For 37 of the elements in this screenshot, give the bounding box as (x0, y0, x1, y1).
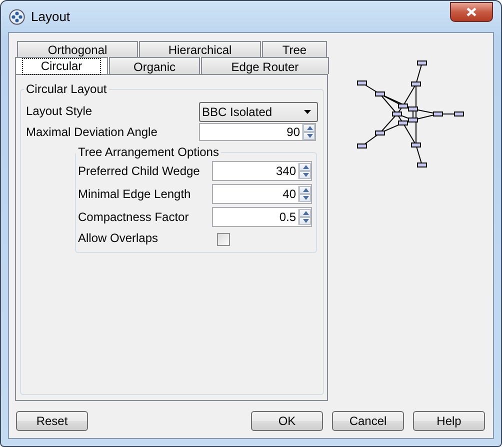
tab[interactable]: Orthogonal (17, 41, 138, 57)
tab[interactable]: Hierarchical (139, 41, 261, 57)
spin-up-button[interactable] (299, 163, 311, 171)
dialog-button[interactable]: Reset (16, 411, 88, 431)
field-label: Maximal Deviation Angle (26, 124, 158, 140)
group-title: Circular Layout (25, 83, 108, 96)
checkbox[interactable] (217, 232, 230, 246)
tab[interactable]: Tree (262, 41, 327, 57)
close-icon (466, 6, 477, 16)
spin-down-button[interactable] (299, 194, 311, 202)
field-label: Preferred Child Wedge (78, 163, 201, 179)
tab[interactable]: Edge Router (201, 57, 329, 74)
group-title: Tree Arrangement Options (77, 146, 220, 159)
field-label: Allow Overlaps (78, 230, 160, 246)
field-label: Compactness Factor (78, 209, 190, 225)
dialog-button[interactable]: Help (413, 411, 485, 431)
dialog-button[interactable]: OK (251, 411, 323, 431)
spin-up-button[interactable] (303, 124, 315, 132)
tab[interactable]: Circular (15, 57, 108, 74)
tab[interactable]: Organic (109, 57, 200, 74)
window-title: Layout (31, 9, 72, 24)
field-label: Layout Style (26, 103, 94, 119)
number-field[interactable]: 0.5 (212, 207, 312, 227)
spin-down-button[interactable] (299, 217, 311, 225)
caret-icon (304, 110, 311, 114)
number-field[interactable]: 90 (199, 123, 316, 141)
close-button[interactable] (450, 2, 493, 22)
app-icon (9, 8, 25, 24)
number-field[interactable]: 40 (212, 184, 312, 204)
spin-down-button[interactable] (299, 171, 311, 179)
dialog-button[interactable]: Cancel (332, 411, 404, 431)
spin-down-button[interactable] (303, 132, 315, 140)
spin-up-button[interactable] (299, 209, 311, 217)
spin-up-button[interactable] (299, 186, 311, 194)
number-field[interactable]: 340 (212, 161, 312, 181)
dropdown-field[interactable]: BBC Isolated (199, 102, 318, 122)
field-label: Minimal Edge Length (78, 186, 192, 202)
